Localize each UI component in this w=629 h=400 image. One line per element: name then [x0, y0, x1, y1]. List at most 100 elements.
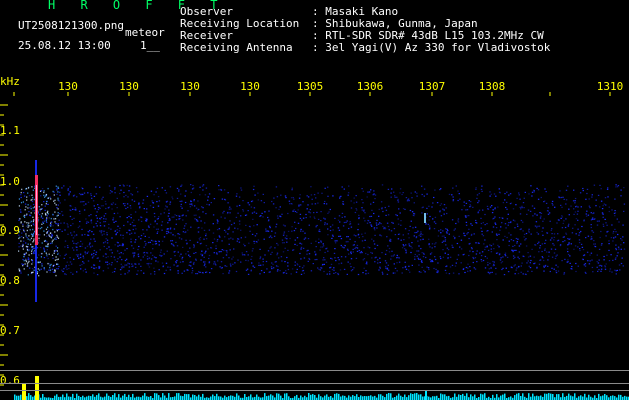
noise-speck [594, 243, 596, 245]
noise-speck [414, 253, 416, 256]
noise-speck [57, 268, 59, 270]
noise-speck [355, 257, 358, 259]
baseline-bar [516, 393, 518, 400]
noise-speck [553, 239, 555, 241]
noise-speck [528, 231, 530, 233]
noise-speck [96, 211, 98, 213]
noise-speck [525, 273, 527, 276]
noise-speck [40, 208, 42, 210]
noise-speck [375, 222, 378, 224]
noise-speck [252, 218, 254, 220]
noise-speck [59, 194, 61, 196]
noise-speck [165, 205, 167, 207]
noise-speck [382, 210, 384, 213]
noise-speck [567, 253, 570, 256]
noise-speck [132, 228, 134, 231]
noise-speck [59, 228, 61, 231]
noise-speck [26, 229, 28, 232]
noise-speck [307, 196, 310, 198]
noise-speck [434, 258, 437, 261]
baseline-bar [604, 394, 606, 400]
noise-speck [251, 212, 254, 214]
noise-speck [95, 253, 97, 256]
baseline-bar [582, 396, 584, 400]
noise-speck [90, 222, 93, 224]
noise-speck [55, 218, 57, 220]
noise-speck [599, 236, 601, 239]
noise-speck [560, 204, 562, 206]
noise-speck [29, 222, 32, 224]
noise-speck [169, 201, 172, 203]
noise-speck [110, 255, 112, 258]
noise-speck [46, 254, 48, 256]
baseline-bar [272, 395, 274, 400]
noise-speck [125, 207, 127, 210]
noise-speck [567, 185, 569, 187]
noise-speck [308, 224, 310, 226]
noise-speck [583, 264, 585, 266]
noise-speck [252, 188, 255, 191]
noise-speck [90, 214, 92, 216]
noise-speck [279, 206, 281, 208]
noise-speck [321, 192, 323, 194]
noise-speck [202, 184, 205, 186]
noise-speck [223, 249, 225, 251]
noise-speck [362, 272, 364, 274]
noise-speck [33, 238, 35, 240]
noise-speck [599, 206, 601, 208]
noise-speck [140, 220, 143, 222]
noise-speck [555, 270, 557, 272]
noise-speck [195, 207, 198, 209]
noise-speck [551, 228, 553, 230]
noise-speck [603, 203, 605, 205]
noise-speck [620, 248, 622, 250]
noise-speck [87, 251, 90, 253]
noise-speck [38, 275, 40, 277]
noise-speck [420, 271, 422, 273]
noise-speck [564, 240, 566, 242]
noise-speck [338, 229, 341, 231]
baseline-bar [314, 395, 316, 400]
noise-speck [69, 209, 71, 211]
noise-speck [78, 257, 80, 259]
noise-speck [371, 225, 373, 227]
noise-speck [620, 189, 622, 191]
noise-speck [427, 223, 429, 225]
noise-speck [57, 208, 59, 210]
noise-speck [325, 203, 328, 205]
noise-speck [530, 233, 532, 235]
noise-speck [106, 261, 109, 263]
noise-speck [99, 225, 102, 227]
noise-speck [622, 265, 624, 267]
noise-speck [538, 225, 541, 227]
noise-speck [455, 222, 457, 225]
noise-speck [195, 252, 197, 254]
noise-speck [384, 228, 387, 230]
noise-speck [160, 224, 163, 226]
noise-speck [228, 243, 230, 245]
noise-speck [167, 222, 169, 224]
noise-speck [54, 238, 56, 240]
noise-speck [464, 271, 466, 274]
noise-speck [405, 249, 407, 251]
noise-speck [184, 225, 186, 227]
noise-speck [484, 267, 487, 269]
noise-speck [324, 187, 326, 189]
noise-speck [347, 236, 349, 238]
noise-speck [264, 211, 266, 213]
baseline-bar [114, 393, 116, 400]
noise-speck [119, 184, 121, 187]
noise-speck [20, 211, 22, 213]
noise-speck [323, 217, 325, 219]
noise-speck [205, 266, 207, 268]
noise-speck [385, 214, 387, 216]
noise-speck [287, 212, 289, 215]
noise-speck [323, 203, 325, 205]
baseline-bar [318, 394, 320, 400]
noise-speck [71, 247, 74, 249]
noise-speck [264, 254, 266, 256]
noise-speck [411, 242, 413, 244]
noise-speck [181, 200, 183, 202]
noise-speck [27, 243, 29, 245]
noise-speck [334, 242, 337, 244]
